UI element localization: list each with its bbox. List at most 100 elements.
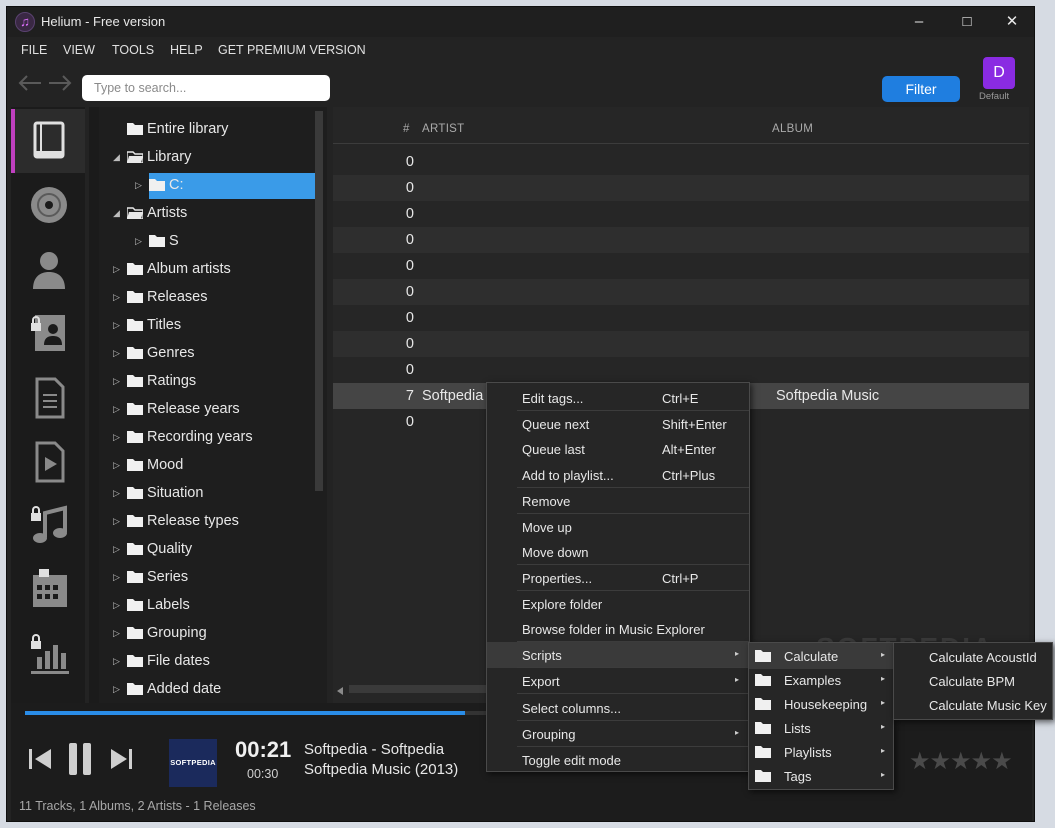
horizontal-scrollbar-thumb[interactable] — [349, 685, 499, 693]
expand-arrow-icon[interactable]: ▷ — [113, 599, 123, 611]
scripts-submenu-item[interactable]: Playlists ▸ — [749, 739, 893, 765]
tree-item[interactable]: ▷ Release years — [89, 397, 319, 423]
back-arrow-icon[interactable] — [17, 73, 43, 99]
scroll-left-icon[interactable] — [337, 687, 343, 695]
context-menu-item[interactable]: Select columns... — [487, 695, 749, 721]
tree-item[interactable]: ▷ Labels — [89, 593, 319, 619]
context-menu-item[interactable]: Move down — [487, 539, 749, 565]
context-menu-item[interactable]: Grouping ▸ — [487, 721, 749, 747]
rail-music[interactable] — [11, 493, 85, 557]
tree-scrollbar-thumb[interactable] — [315, 111, 323, 491]
scripts-submenu-item[interactable]: Tags ▸ — [749, 763, 893, 789]
filter-button[interactable]: Filter — [882, 76, 960, 102]
context-menu-item[interactable]: Edit tags... Ctrl+E — [487, 385, 749, 411]
calculate-submenu-item[interactable]: Calculate AcoustId — [894, 644, 1052, 670]
expand-arrow-icon[interactable] — [113, 123, 123, 135]
tree-item[interactable]: ▷ S — [89, 229, 319, 255]
scripts-submenu-item[interactable]: Housekeeping ▸ — [749, 691, 893, 717]
forward-arrow-icon[interactable] — [47, 73, 73, 99]
search-input[interactable] — [82, 75, 330, 101]
skip-forward-icon[interactable] — [107, 745, 135, 773]
tree-item[interactable]: ▷ Series — [89, 565, 319, 591]
collapse-arrow-icon[interactable]: ◢ — [113, 207, 123, 219]
expand-arrow-icon[interactable]: ▷ — [113, 515, 123, 527]
scripts-submenu-item[interactable]: Lists ▸ — [749, 715, 893, 741]
collapse-arrow-icon[interactable]: ◢ — [113, 151, 123, 163]
album-cover[interactable]: SOFTPEDIA — [169, 739, 217, 787]
tree-item[interactable]: ▷ Grouping — [89, 621, 319, 647]
tree-item[interactable]: Entire library — [89, 117, 319, 143]
rail-artists[interactable] — [11, 237, 85, 301]
track-row[interactable]: 0 — [333, 227, 1029, 253]
expand-arrow-icon[interactable]: ▷ — [113, 627, 123, 639]
context-menu-item[interactable]: Add to playlist... Ctrl+Plus — [487, 462, 749, 488]
tree-item[interactable]: ▷ Added date — [89, 677, 319, 703]
track-row[interactable]: 0 — [333, 331, 1029, 357]
calculate-submenu-item[interactable]: Calculate Music Key — [894, 692, 1052, 718]
expand-arrow-icon[interactable]: ▷ — [135, 235, 145, 247]
expand-arrow-icon[interactable]: ▷ — [113, 263, 123, 275]
track-row[interactable]: 0 — [333, 201, 1029, 227]
expand-arrow-icon[interactable]: ▷ — [113, 403, 123, 415]
expand-arrow-icon[interactable]: ▷ — [113, 543, 123, 555]
track-row[interactable]: 0 — [333, 279, 1029, 305]
expand-arrow-icon[interactable]: ▷ — [113, 375, 123, 387]
pause-icon[interactable] — [65, 741, 95, 777]
tree-item[interactable]: ▷ File dates — [89, 649, 319, 675]
col-header-artist[interactable]: ARTIST — [422, 123, 464, 135]
expand-arrow-icon[interactable]: ▷ — [113, 571, 123, 583]
scripts-submenu-item[interactable]: Examples ▸ — [749, 667, 893, 693]
context-menu-item[interactable]: Toggle edit mode — [487, 747, 749, 773]
tree-item[interactable]: ▷ Mood — [89, 453, 319, 479]
rail-documents[interactable] — [11, 365, 85, 429]
rail-videos[interactable] — [11, 429, 85, 493]
context-menu-item[interactable]: Explore folder — [487, 591, 749, 617]
context-menu-item[interactable]: Remove — [487, 488, 749, 514]
menu-tools[interactable]: TOOLS — [112, 43, 154, 57]
context-menu-item[interactable]: Queue last Alt+Enter — [487, 436, 749, 462]
col-header-album[interactable]: ALBUM — [772, 123, 813, 135]
tree-item[interactable]: ▷ Genres — [89, 341, 319, 367]
expand-arrow-icon[interactable]: ▷ — [113, 291, 123, 303]
track-row[interactable]: 0 — [333, 305, 1029, 331]
tree-item[interactable]: ◢ Library — [89, 145, 319, 171]
menu-help[interactable]: HELP — [170, 43, 203, 57]
rail-albums[interactable] — [11, 173, 85, 237]
tree-item[interactable]: ▷ Album artists — [89, 257, 319, 283]
menu-file[interactable]: FILE — [21, 43, 47, 57]
context-menu-item[interactable]: Browse folder in Music Explorer — [487, 616, 749, 642]
expand-arrow-icon[interactable]: ▷ — [113, 655, 123, 667]
rail-library[interactable] — [11, 109, 85, 173]
expand-arrow-icon[interactable]: ▷ — [113, 487, 123, 499]
tree-item[interactable]: ▷ Situation — [89, 481, 319, 507]
profile-avatar[interactable]: D — [983, 57, 1015, 89]
calculate-submenu-item[interactable]: Calculate BPM — [894, 668, 1052, 694]
tree-item[interactable]: ▷ Quality — [89, 537, 319, 563]
expand-arrow-icon[interactable]: ▷ — [113, 459, 123, 471]
tree-item[interactable]: ◢ Artists — [89, 201, 319, 227]
menu-get-premium[interactable]: GET PREMIUM VERSION — [218, 43, 366, 57]
context-menu-item[interactable]: Export ▸ — [487, 668, 749, 694]
close-button[interactable]: ✕ — [992, 11, 1032, 33]
tree-item[interactable]: ▷ Releases — [89, 285, 319, 311]
tree-item[interactable]: ▷ Recording years — [89, 425, 319, 451]
expand-arrow-icon[interactable]: ▷ — [135, 179, 145, 191]
context-menu-item[interactable]: Move up — [487, 514, 749, 540]
maximize-button[interactable]: □ — [947, 11, 987, 33]
tree-item[interactable]: ▷ Ratings — [89, 369, 319, 395]
tree-item[interactable]: ▷ C: — [135, 173, 315, 199]
rating-stars[interactable]: ★★★★★ — [909, 747, 1013, 776]
context-menu-item[interactable]: Scripts ▸ — [487, 642, 749, 668]
track-row[interactable]: 0 — [333, 253, 1029, 279]
track-row[interactable]: 0 — [333, 149, 1029, 175]
tree-item[interactable]: ▷ Titles — [89, 313, 319, 339]
tree-left-scrollbar[interactable] — [89, 107, 99, 703]
expand-arrow-icon[interactable]: ▷ — [113, 319, 123, 331]
context-menu-item[interactable]: Queue next Shift+Enter — [487, 411, 749, 437]
track-row[interactable]: 0 — [333, 357, 1029, 383]
rail-contacts[interactable] — [11, 301, 85, 365]
expand-arrow-icon[interactable]: ▷ — [113, 431, 123, 443]
context-menu-item[interactable]: Properties... Ctrl+P — [487, 565, 749, 591]
scripts-submenu-item[interactable]: Calculate ▸ — [749, 643, 893, 669]
skip-back-icon[interactable] — [27, 745, 55, 773]
